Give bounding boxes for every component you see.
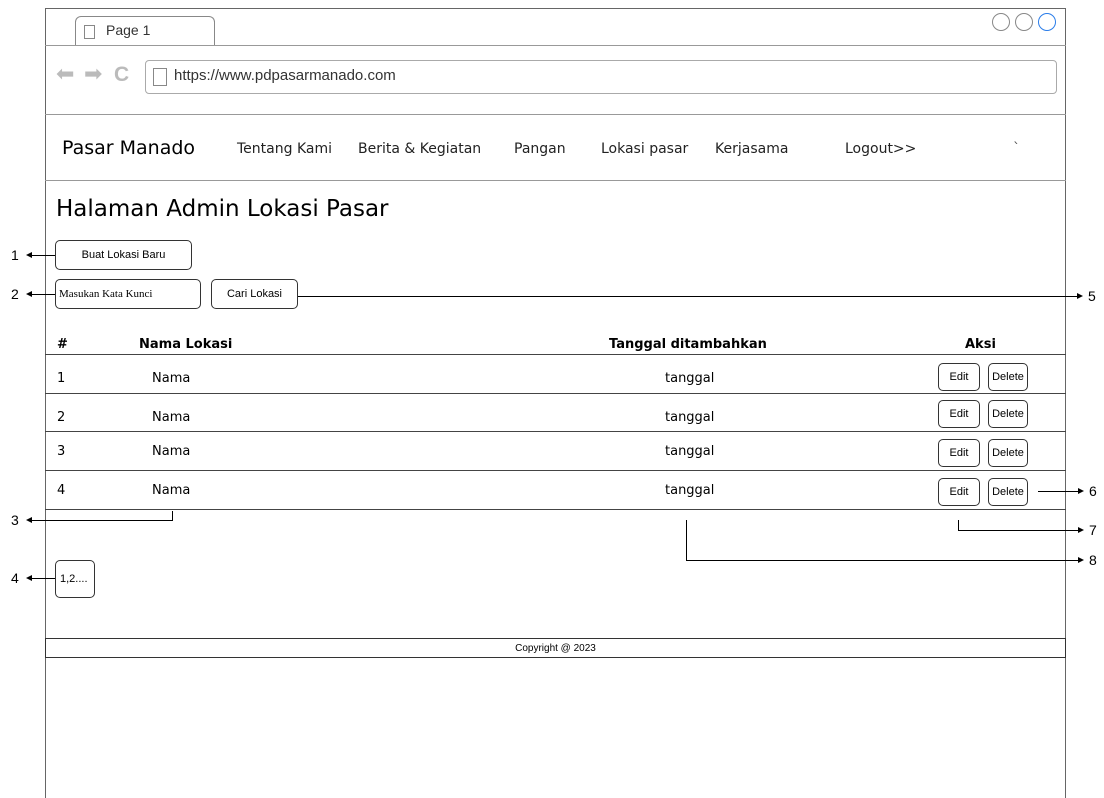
browser-tab[interactable]: Page 1 — [75, 16, 215, 46]
address-bar[interactable]: https://www.pdpasarmanado.com — [145, 60, 1057, 94]
arrowhead-icon — [1078, 488, 1084, 494]
row-date: tanggal — [665, 444, 715, 459]
arrowhead-icon — [26, 517, 32, 523]
col-header-number: # — [57, 337, 68, 352]
page-title: Halaman Admin Lokasi Pasar — [56, 196, 389, 222]
tab-divider — [45, 45, 1066, 46]
row-name: Nama — [152, 483, 191, 498]
row-date: tanggal — [665, 371, 715, 386]
nav-extra-mark: ` — [1013, 141, 1020, 157]
header-divider — [45, 180, 1066, 181]
close-button[interactable] — [1038, 13, 1056, 31]
row-divider — [45, 431, 1066, 432]
col-header-action: Aksi — [965, 337, 996, 352]
row-number: 3 — [57, 444, 66, 459]
back-arrow-icon[interactable]: ⬅ — [56, 62, 74, 87]
nav-item-kerjasama[interactable]: Kerjasama — [715, 141, 788, 157]
annotation-label-3: 3 — [11, 512, 19, 528]
forward-arrow-icon[interactable]: ➡ — [84, 62, 102, 87]
annotation-label-2: 2 — [11, 286, 19, 302]
edit-button[interactable]: Edit — [938, 400, 980, 428]
annotation-line — [686, 520, 687, 560]
annotation-label-6: 6 — [1089, 483, 1097, 499]
annotation-line — [298, 296, 1077, 297]
annotation-line — [958, 520, 959, 530]
delete-button[interactable]: Delete — [988, 478, 1028, 506]
tab-label: Page 1 — [106, 22, 151, 38]
annotation-line — [31, 578, 55, 579]
create-location-button[interactable]: Buat Lokasi Baru — [55, 240, 192, 270]
minimize-button[interactable] — [992, 13, 1010, 31]
annotation-line — [31, 520, 173, 521]
annotation-line — [172, 511, 173, 520]
site-brand[interactable]: Pasar Manado — [62, 137, 195, 159]
edit-button[interactable]: Edit — [938, 478, 980, 506]
row-name: Nama — [152, 410, 191, 425]
row-number: 4 — [57, 483, 66, 498]
delete-button[interactable]: Delete — [988, 400, 1028, 428]
url-text: https://www.pdpasarmanado.com — [174, 67, 396, 84]
col-header-name: Nama Lokasi — [139, 337, 233, 352]
delete-button[interactable]: Delete — [988, 439, 1028, 467]
row-number: 1 — [57, 371, 66, 386]
toolbar-divider — [45, 114, 1066, 115]
annotation-line — [1038, 491, 1078, 492]
footer: Copyright @ 2023 — [45, 638, 1066, 658]
nav-item-tentang-kami[interactable]: Tentang Kami — [237, 141, 332, 157]
annotation-line — [686, 560, 1078, 561]
row-date: tanggal — [665, 410, 715, 425]
edit-button[interactable]: Edit — [938, 439, 980, 467]
page-icon — [84, 25, 95, 39]
annotation-label-5: 5 — [1088, 288, 1096, 304]
arrowhead-icon — [26, 575, 32, 581]
annotation-line — [31, 255, 55, 256]
edit-button[interactable]: Edit — [938, 363, 980, 391]
table-header-divider — [45, 354, 1066, 355]
annotation-label-8: 8 — [1089, 552, 1097, 568]
annotation-label-7: 7 — [1089, 522, 1097, 538]
nav-item-lokasi-pasar[interactable]: Lokasi pasar — [601, 141, 688, 157]
page-icon — [153, 68, 167, 86]
browser-window — [45, 8, 1066, 798]
annotation-line — [31, 294, 55, 295]
search-button[interactable]: Cari Lokasi — [211, 279, 298, 309]
annotation-label-4: 4 — [11, 570, 19, 586]
nav-item-berita[interactable]: Berita & Kegiatan — [358, 141, 481, 157]
nav-item-logout[interactable]: Logout>> — [845, 141, 916, 157]
reload-icon[interactable]: C — [114, 63, 129, 87]
annotation-label-1: 1 — [11, 247, 19, 263]
row-name: Nama — [152, 444, 191, 459]
annotation-line — [958, 530, 1078, 531]
table-bottom-divider — [45, 509, 1066, 510]
arrowhead-icon — [1077, 293, 1083, 299]
maximize-button[interactable] — [1015, 13, 1033, 31]
row-divider — [45, 470, 1066, 471]
nav-item-pangan[interactable]: Pangan — [514, 141, 566, 157]
pagination-button[interactable]: 1,2.... — [55, 560, 95, 598]
arrowhead-icon — [1078, 527, 1084, 533]
row-date: tanggal — [665, 483, 715, 498]
row-number: 2 — [57, 410, 66, 425]
row-divider — [45, 393, 1066, 394]
delete-button[interactable]: Delete — [988, 363, 1028, 391]
arrowhead-icon — [1078, 557, 1084, 563]
search-input[interactable]: Masukan Kata Kunci — [55, 279, 201, 309]
row-name: Nama — [152, 371, 191, 386]
col-header-date: Tanggal ditambahkan — [609, 337, 767, 352]
